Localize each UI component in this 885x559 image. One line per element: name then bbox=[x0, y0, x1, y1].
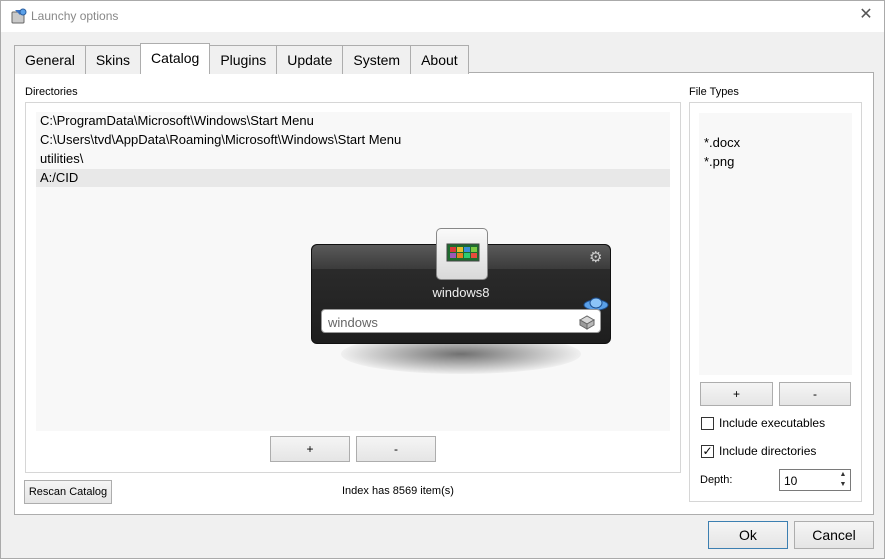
drive-icon bbox=[578, 315, 596, 330]
cancel-button[interactable]: Cancel bbox=[794, 521, 874, 549]
tab-system[interactable]: System bbox=[342, 45, 412, 74]
tab-catalog[interactable]: Catalog bbox=[140, 43, 211, 74]
launchy-options-window: Launchy options ✕ General Skins Catalog … bbox=[0, 0, 885, 559]
close-icon[interactable]: ✕ bbox=[858, 7, 874, 23]
include-directories-label: Include directories bbox=[719, 444, 817, 458]
tab-update[interactable]: Update bbox=[276, 45, 344, 74]
file-types-list[interactable]: *.docx *.png bbox=[699, 113, 852, 375]
add-directory-button[interactable]: + bbox=[270, 436, 350, 462]
ok-button[interactable]: Ok bbox=[708, 521, 788, 549]
title-bar: Launchy options ✕ bbox=[1, 1, 884, 32]
launchy-search-input[interactable]: windows bbox=[321, 309, 601, 333]
tab-about[interactable]: About bbox=[410, 45, 469, 74]
list-item[interactable]: *.png bbox=[704, 153, 734, 171]
result-icon bbox=[436, 228, 488, 280]
windows8-app-icon bbox=[446, 243, 480, 262]
tab-general[interactable]: General bbox=[14, 45, 86, 74]
include-directories-checkbox[interactable]: ✓ bbox=[701, 445, 714, 458]
list-item[interactable]: C:\Users\tvd\AppData\Roaming\Microsoft\W… bbox=[36, 131, 670, 149]
include-executables-checkbox[interactable] bbox=[701, 417, 714, 430]
remove-file-type-button[interactable]: - bbox=[779, 382, 851, 406]
depth-value: 10 bbox=[784, 474, 798, 488]
remove-directory-button[interactable]: - bbox=[356, 436, 436, 462]
directories-label: Directories bbox=[25, 86, 78, 98]
spin-down-icon[interactable]: ▼ bbox=[836, 480, 850, 490]
gear-icon[interactable]: ⚙ bbox=[589, 250, 602, 265]
launchy-input-text: windows bbox=[328, 315, 378, 330]
list-item[interactable]: utilities\ bbox=[36, 150, 670, 168]
index-status: Index has 8569 item(s) bbox=[342, 485, 454, 497]
tab-plugins[interactable]: Plugins bbox=[209, 45, 278, 74]
add-file-type-button[interactable]: + bbox=[700, 382, 773, 406]
launchy-app-icon bbox=[11, 8, 27, 24]
file-types-label: File Types bbox=[689, 86, 739, 98]
rescan-catalog-button[interactable]: Rescan Catalog bbox=[24, 480, 112, 504]
include-executables-label: Include executables bbox=[719, 416, 826, 430]
window-title: Launchy options bbox=[31, 9, 119, 23]
depth-spinbox[interactable]: 10 ▲ ▼ bbox=[779, 469, 851, 491]
depth-label: Depth: bbox=[700, 474, 733, 486]
list-item[interactable]: C:\ProgramData\Microsoft\Windows\Start M… bbox=[36, 112, 670, 130]
list-item[interactable]: *.docx bbox=[704, 134, 740, 152]
tab-bar: General Skins Catalog Plugins Update Sys… bbox=[14, 43, 469, 74]
list-item[interactable]: A:/CID bbox=[36, 169, 670, 187]
launchy-result-label: windows8 bbox=[432, 285, 490, 300]
spin-up-icon[interactable]: ▲ bbox=[836, 470, 850, 480]
tab-skins[interactable]: Skins bbox=[84, 45, 142, 74]
